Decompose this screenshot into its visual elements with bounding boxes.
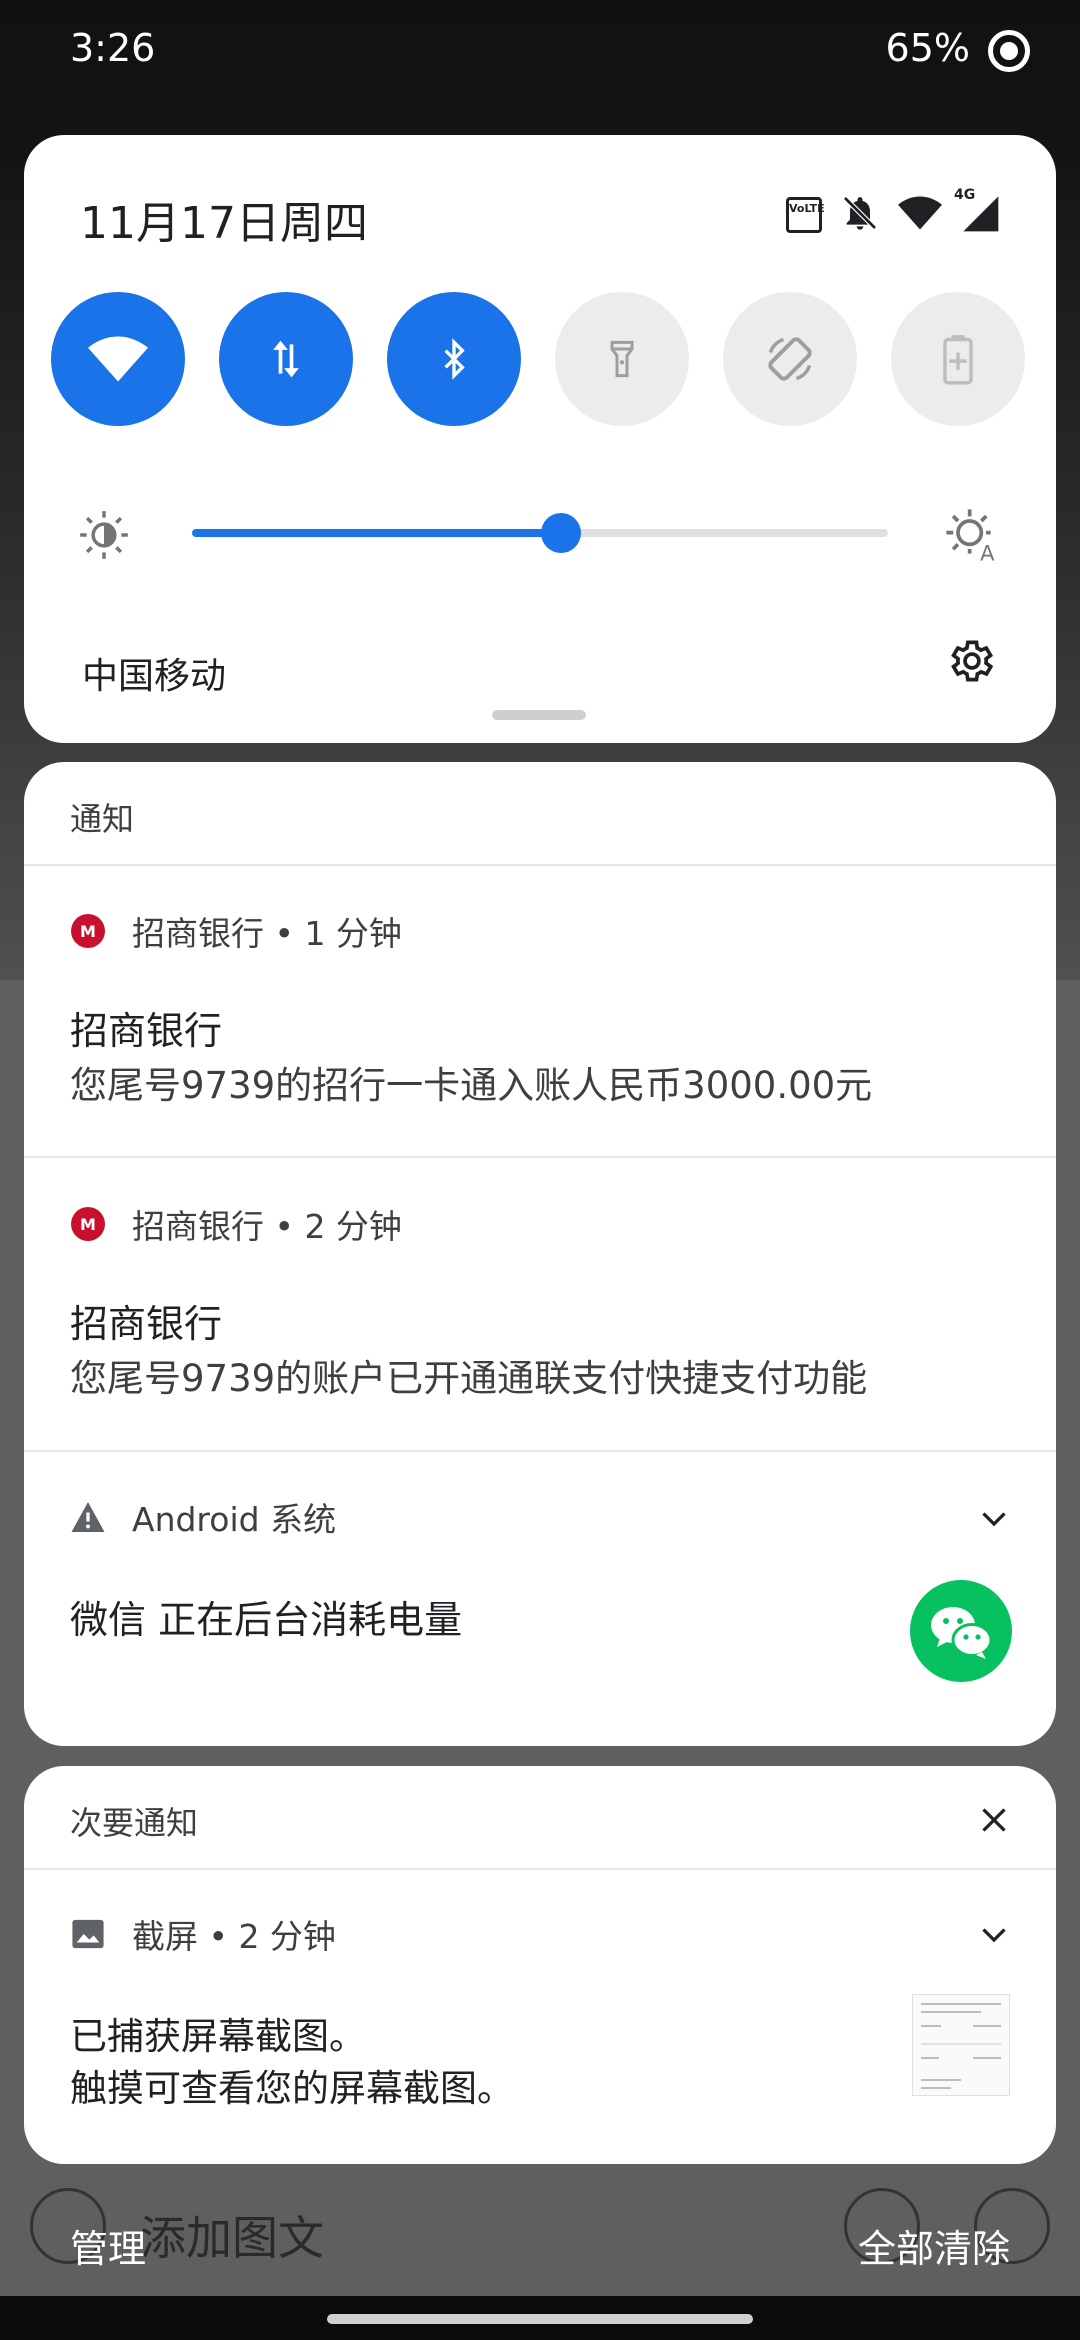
screenshot-thumbnail[interactable]	[912, 1994, 1010, 2096]
notification-app-row: Android 系统	[70, 1493, 336, 1541]
notifications-header: 通知	[70, 800, 135, 838]
wifi-status-icon	[898, 193, 942, 237]
brightness-row: A	[24, 503, 1056, 563]
bluetooth-icon	[444, 338, 465, 380]
notification-text: 您尾号9739的账户已开通通联支付快捷支付功能	[70, 1357, 868, 1400]
brightness-thumb[interactable]	[540, 513, 581, 553]
mobile-data-tile[interactable]	[219, 292, 353, 426]
warning-icon	[70, 1499, 106, 1535]
brightness-slider[interactable]	[192, 513, 888, 553]
notification-title: 招商银行	[70, 1009, 223, 1053]
brightness-low-icon	[80, 511, 128, 559]
date-label[interactable]: 11月17日周四	[80, 187, 368, 251]
manage-button[interactable]: 管理	[70, 2218, 146, 2273]
notification-app-row: 截屏 • 2 分钟	[70, 1910, 336, 1958]
divider	[24, 1450, 1056, 1452]
bluetooth-tile[interactable]	[387, 292, 521, 426]
system-icons: VoLTE 4G	[786, 187, 1000, 237]
carrier-label: 中国移动	[82, 656, 227, 697]
home-gesture-pill[interactable]	[327, 2314, 753, 2324]
battery-ring-icon	[988, 30, 1030, 72]
settings-button[interactable]	[944, 635, 996, 691]
notification-title: 招商银行	[70, 1302, 223, 1346]
navigation-bar	[0, 2296, 1080, 2340]
battery-saver-tile[interactable]	[891, 292, 1025, 426]
expand-chevron-icon[interactable]	[976, 1500, 1012, 1536]
clear-all-button[interactable]: 全部清除	[858, 2218, 1010, 2273]
status-bar: 3:26 65%	[0, 0, 1080, 100]
flashlight-tile[interactable]	[555, 292, 689, 426]
cmb-bank-icon: M	[70, 1206, 106, 1242]
divider	[24, 864, 1056, 866]
bell-off-icon	[840, 193, 880, 237]
notification-app-line: 招商银行 • 2 分钟	[132, 1207, 402, 1246]
wifi-icon	[88, 336, 148, 382]
background-placeholder: 添加图文	[140, 2211, 324, 2265]
notification-app-line: 招商银行 • 1 分钟	[132, 914, 402, 953]
image-icon	[70, 1916, 106, 1952]
gear-icon	[951, 640, 994, 682]
notifications-card: 通知 M 招商银行 • 1 分钟 招商银行 您尾号9739的招行一卡通入账人民币…	[24, 762, 1056, 1746]
divider	[24, 1156, 1056, 1158]
wechat-icon	[910, 1580, 1012, 1682]
close-icon[interactable]	[976, 1802, 1012, 1838]
battery-percent: 65%	[885, 26, 970, 70]
quick-settings-panel: 11月17日周四 VoLTE 4G A 中国移动	[24, 135, 1056, 743]
expand-chevron-icon[interactable]	[976, 1916, 1012, 1952]
notification-text: 您尾号9739的招行一卡通入账人民币3000.00元	[70, 1064, 873, 1107]
network-type-label: 4G	[954, 187, 976, 203]
notification-app-row: M 招商银行 • 1 分钟	[70, 907, 402, 955]
brightness-fill	[192, 529, 561, 537]
brightness-auto-icon[interactable]: A	[944, 507, 1000, 563]
screenshot-line-1: 已捕获屏幕截图。	[70, 2015, 366, 2058]
divider	[24, 1868, 1056, 1870]
data-arrows-icon	[273, 340, 299, 378]
notification-app-row: M 招商银行 • 2 分钟	[70, 1200, 402, 1248]
silent-notifications-card: 次要通知 截屏 • 2 分钟 已捕获屏幕截图。 触摸可查看您的屏幕截图。	[24, 1766, 1056, 2164]
notification-app-line: Android 系统	[132, 1500, 337, 1539]
rotate-icon	[768, 337, 812, 381]
status-time: 3:26	[70, 26, 156, 70]
flashlight-icon	[610, 340, 634, 378]
expand-handle[interactable]	[492, 710, 586, 720]
notification-app-line: 截屏 • 2 分钟	[132, 1917, 336, 1956]
wifi-tile[interactable]	[51, 292, 185, 426]
silent-header: 次要通知	[70, 1804, 199, 1842]
svg-text:A: A	[980, 542, 995, 563]
quick-tiles	[51, 292, 1031, 432]
screenshot-line-2: 触摸可查看您的屏幕截图。	[70, 2067, 514, 2110]
cmb-bank-icon: M	[70, 913, 106, 949]
auto-rotate-tile[interactable]	[723, 292, 857, 426]
battery-plus-icon	[943, 335, 973, 385]
notification-text: 微信 正在后台消耗电量	[70, 1598, 463, 1642]
cell-signal-icon: 4G	[954, 187, 1000, 237]
volte-icon: VoLTE	[786, 197, 825, 233]
